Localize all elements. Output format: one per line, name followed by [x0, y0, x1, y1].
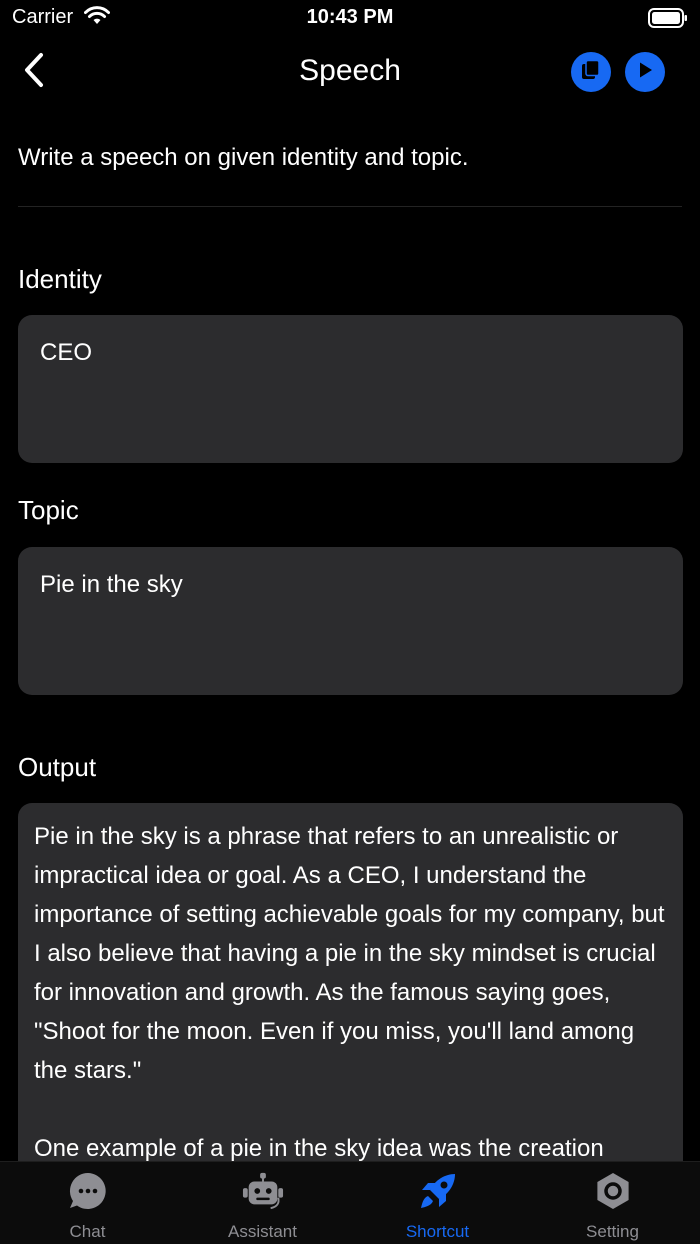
tab-chat-label: Chat [69, 1222, 106, 1241]
battery-icon [648, 8, 688, 33]
topic-label: Topic [18, 495, 79, 525]
navigation-bar: Speech [0, 36, 700, 108]
status-time: 10:43 PM [306, 6, 394, 28]
tab-setting-label: Setting [586, 1222, 639, 1241]
copy-button[interactable] [571, 52, 611, 92]
output-label: Output [18, 752, 97, 782]
identity-label: Identity [18, 264, 102, 294]
rocket-icon [417, 1170, 459, 1212]
tab-bar: Chat Assistant Shortcut Setting [0, 1161, 700, 1244]
tab-assistant-label: Assistant [228, 1222, 297, 1241]
tab-assistant[interactable]: Assistant [175, 1162, 350, 1244]
shortcut-description: Write a speech on given identity and top… [18, 144, 469, 171]
tab-shortcut-label: Shortcut [405, 1222, 470, 1241]
status-bar: Carrier 10:43 PM [0, 0, 700, 36]
gear-icon [592, 1170, 634, 1212]
topic-value: Pie in the sky [40, 571, 183, 598]
topic-input[interactable]: Pie in the sky [18, 547, 683, 695]
speech-screen: Carrier 10:43 PM Speech Write a speech o… [0, 0, 700, 1244]
tab-shortcut[interactable]: Shortcut [350, 1162, 525, 1244]
copy-icon [580, 59, 602, 86]
identity-value: CEO [40, 339, 93, 366]
divider [18, 206, 682, 207]
play-icon [635, 60, 655, 85]
chat-bubble-icon [67, 1170, 109, 1212]
tab-chat[interactable]: Chat [0, 1162, 175, 1244]
output-text: Pie in the sky is a phrase that refers t… [34, 823, 665, 1162]
tab-setting[interactable]: Setting [525, 1162, 700, 1244]
run-button[interactable] [625, 52, 665, 92]
robot-icon [242, 1170, 284, 1212]
identity-input[interactable]: CEO [18, 315, 683, 463]
